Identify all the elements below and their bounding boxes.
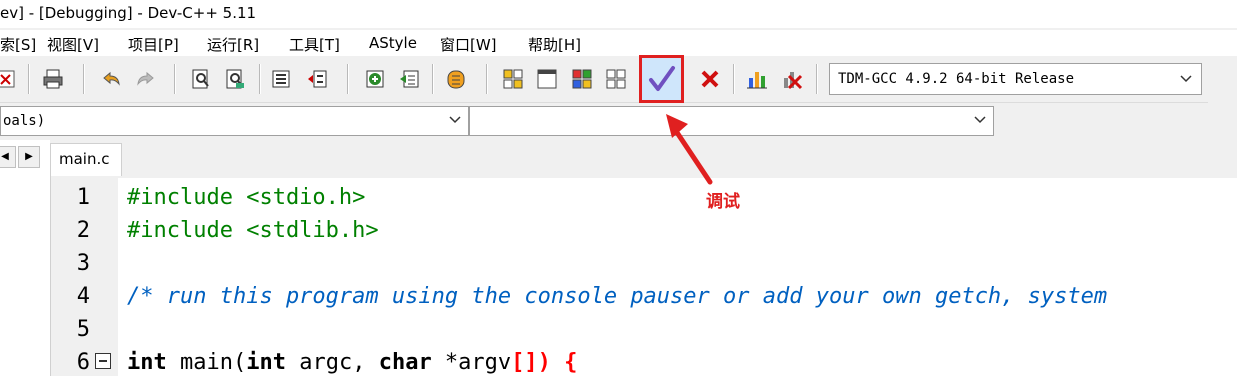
undo-icon[interactable] (98, 66, 124, 92)
remove-from-project-icon[interactable] (396, 66, 422, 92)
stop-execution-icon[interactable] (697, 66, 723, 92)
run-icon[interactable] (534, 66, 560, 92)
toolbar-separator (174, 64, 176, 94)
toolbar-separator (259, 64, 261, 94)
chevron-down-icon (449, 116, 461, 124)
check-icon (649, 66, 675, 91)
unindent-icon[interactable] (304, 66, 330, 92)
profile-icon[interactable] (744, 66, 770, 92)
keyword: int (127, 350, 167, 375)
class-combo[interactable]: oals) (0, 106, 469, 136)
menu-project[interactable]: 项目[P] (128, 34, 179, 55)
brackets: []) { (511, 350, 578, 375)
project-options-icon[interactable] (443, 66, 469, 92)
fold-toggle[interactable] (95, 353, 111, 369)
close-file-icon[interactable] (0, 66, 20, 92)
menu-window[interactable]: 窗口[W] (440, 34, 497, 55)
rebuild-all-icon[interactable] (603, 66, 629, 92)
project-panel (0, 140, 51, 376)
scroll-left-button[interactable]: ◀ (0, 146, 16, 168)
menu-bar: 索[S] 视图[V] 项目[P] 运行[R] 工具[T] AStyle 窗口[W… (0, 30, 1237, 56)
chevron-down-icon (1180, 75, 1192, 83)
line-number: 1 (76, 185, 90, 210)
code-text: *argv (431, 350, 512, 375)
scroll-right-button[interactable]: ▶ (18, 146, 40, 168)
code-line: #include <stdio.h> (127, 185, 366, 210)
add-to-project-icon[interactable] (362, 66, 388, 92)
menu-help[interactable]: 帮助[H] (528, 34, 581, 55)
menu-astyle[interactable]: AStyle (369, 34, 417, 52)
chevron-down-icon (974, 116, 986, 124)
compiler-select-value: TDM-GCC 4.9.2 64-bit Release (838, 71, 1075, 87)
window-title: ev] - [Debugging] - Dev-C++ 5.11 (0, 4, 257, 22)
editor-tabs: main.c (50, 140, 1237, 176)
indent-icon[interactable] (268, 66, 294, 92)
toolbar-separator (816, 64, 818, 94)
tab-main-c[interactable]: main.c (50, 143, 122, 176)
line-number: 6 (76, 350, 90, 375)
tab-label: main.c (59, 150, 110, 168)
toolbar-separator (432, 64, 434, 94)
code-line: #include <stdlib.h> (127, 218, 379, 243)
toolbar-separator (486, 64, 488, 94)
member-combo[interactable] (469, 106, 994, 136)
compile-run-icon[interactable] (569, 66, 595, 92)
menu-tools[interactable]: 工具[T] (289, 34, 340, 55)
toolbar-separator (83, 64, 85, 94)
redo-icon[interactable] (133, 66, 159, 92)
keyword: char (378, 350, 432, 375)
title-bar: ev] - [Debugging] - Dev-C++ 5.11 (0, 0, 1237, 28)
code-line: /* run this program using the console pa… (127, 284, 1108, 309)
line-number: 4 (76, 284, 90, 309)
code-text: argc, (285, 350, 379, 375)
menu-run[interactable]: 运行[R] (207, 34, 259, 55)
compile-icon[interactable] (500, 66, 526, 92)
toolbar-separator (28, 64, 30, 94)
delete-profile-icon[interactable] (779, 66, 805, 92)
code-text: main( (166, 350, 247, 375)
debug-button[interactable] (639, 55, 684, 103)
toolbar-separator (347, 64, 349, 94)
class-combo-value: oals) (3, 113, 46, 129)
class-browser-bar: oals) (0, 104, 995, 138)
annotation-arrow-icon (666, 114, 713, 185)
find-icon[interactable] (188, 66, 214, 92)
line-number: 3 (76, 251, 90, 276)
annotation-label: 调试 (706, 192, 740, 212)
line-number: 2 (76, 218, 90, 243)
replace-icon[interactable] (222, 66, 248, 92)
menu-view[interactable]: 视图[V] (47, 34, 99, 55)
keyword: int (246, 350, 286, 375)
line-number: 5 (76, 317, 90, 342)
toolbar-separator (733, 64, 735, 94)
menu-search[interactable]: 索[S] (0, 34, 36, 55)
code-line: int main(int argc, char *argv[]) { (127, 350, 577, 375)
print-icon[interactable] (40, 66, 66, 92)
compiler-select[interactable]: TDM-GCC 4.9.2 64-bit Release (829, 63, 1202, 95)
